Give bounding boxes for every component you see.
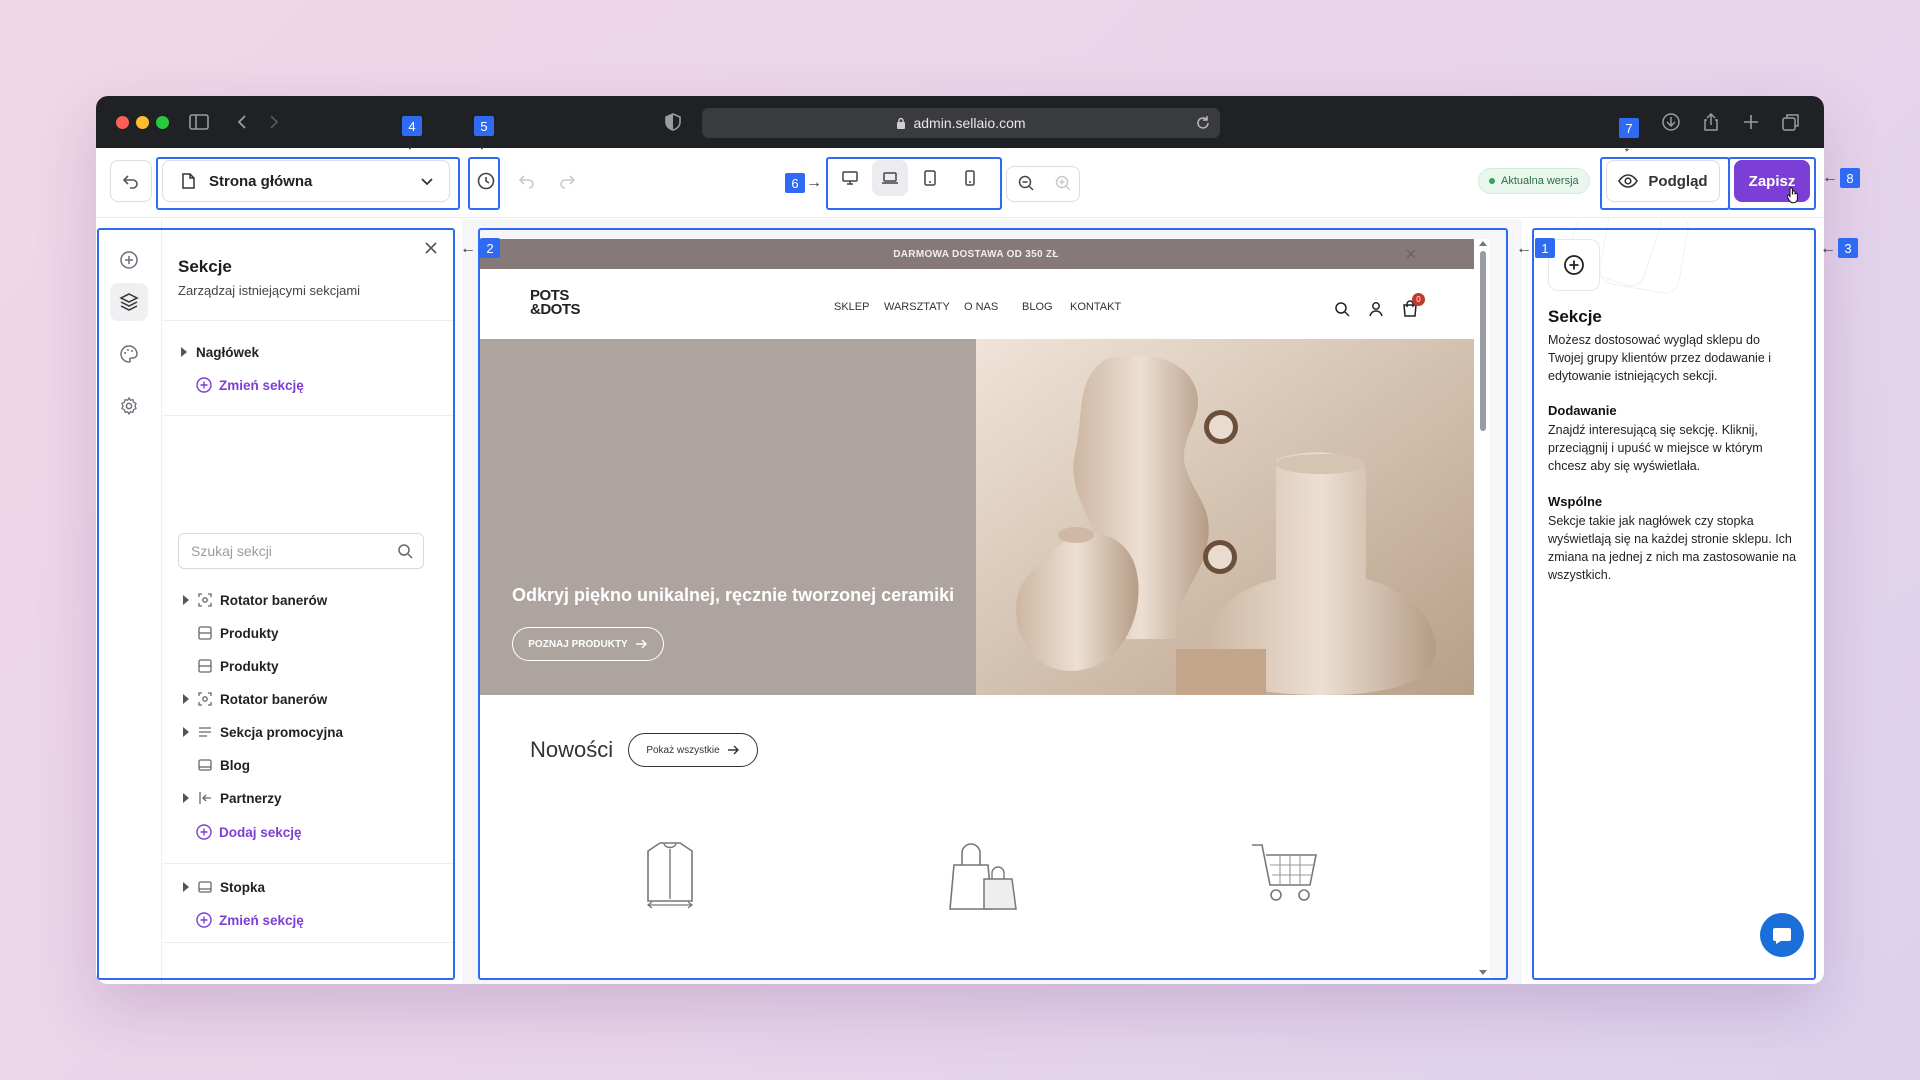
share-icon[interactable] bbox=[1700, 111, 1722, 133]
annotation-label-7: 7 bbox=[1619, 118, 1639, 138]
annotation-label-6: 6 bbox=[785, 173, 805, 193]
annotation-box-page-select bbox=[156, 157, 460, 210]
arrow-left-icon: ← bbox=[460, 240, 476, 257]
arrow-down-icon: ↓ bbox=[1623, 138, 1631, 155]
close-window-button[interactable] bbox=[116, 116, 129, 129]
status-dot-icon bbox=[1489, 178, 1495, 184]
arrow-down-icon: ↓ bbox=[406, 136, 414, 153]
annotation-label-4: 4 bbox=[402, 116, 422, 136]
annotation-label-3: 3 bbox=[1838, 238, 1858, 258]
arrow-left-icon: ← bbox=[1820, 240, 1836, 257]
annotation-label-1: 1 bbox=[1535, 238, 1555, 258]
zoom-in-button[interactable] bbox=[1046, 166, 1080, 200]
arrow-right-icon: → bbox=[806, 174, 822, 191]
annotation-box-canvas bbox=[478, 228, 1508, 980]
download-icon[interactable] bbox=[1660, 111, 1682, 133]
zoom-in-icon bbox=[1055, 175, 1071, 191]
redo-icon bbox=[560, 175, 576, 189]
redo-button[interactable] bbox=[552, 166, 582, 196]
lock-icon bbox=[897, 117, 906, 129]
forward-icon[interactable] bbox=[262, 111, 284, 133]
url-text: admin.sellaio.com bbox=[913, 115, 1026, 131]
undo-icon bbox=[518, 175, 534, 189]
reload-icon[interactable] bbox=[1194, 114, 1212, 132]
annotation-label-8: 8 bbox=[1840, 168, 1860, 188]
arrow-down-icon: ↓ bbox=[478, 136, 486, 153]
tabs-overview-icon[interactable] bbox=[1780, 111, 1802, 133]
annotation-box-devices bbox=[826, 157, 1002, 210]
back-icon[interactable] bbox=[232, 111, 254, 133]
annotation-box-preview bbox=[1600, 157, 1730, 210]
minimize-window-button[interactable] bbox=[136, 116, 149, 129]
zoom-out-button[interactable] bbox=[1008, 166, 1044, 200]
annotation-box-sidebar bbox=[97, 228, 455, 980]
annotation-box-history bbox=[468, 157, 500, 210]
maximize-window-button[interactable] bbox=[156, 116, 169, 129]
version-status-badge: Aktualna wersja bbox=[1478, 168, 1590, 194]
annotation-box-save bbox=[1728, 157, 1816, 210]
arrow-left-icon: ← bbox=[1822, 169, 1838, 186]
browser-chrome: admin.sellaio.com bbox=[96, 96, 1824, 148]
zoom-out-icon bbox=[1018, 175, 1034, 191]
shield-icon[interactable] bbox=[662, 111, 684, 133]
annotation-box-help bbox=[1532, 228, 1816, 980]
annotation-label-2: 2 bbox=[480, 238, 500, 258]
undo-button[interactable] bbox=[512, 166, 542, 196]
new-tab-icon[interactable] bbox=[1740, 111, 1762, 133]
address-bar[interactable]: admin.sellaio.com bbox=[702, 108, 1220, 138]
sidebar-toggle-icon[interactable] bbox=[188, 111, 210, 133]
arrow-left-icon: ← bbox=[1516, 240, 1532, 257]
version-status-text: Aktualna wersja bbox=[1501, 175, 1579, 187]
annotation-label-5: 5 bbox=[474, 116, 494, 136]
